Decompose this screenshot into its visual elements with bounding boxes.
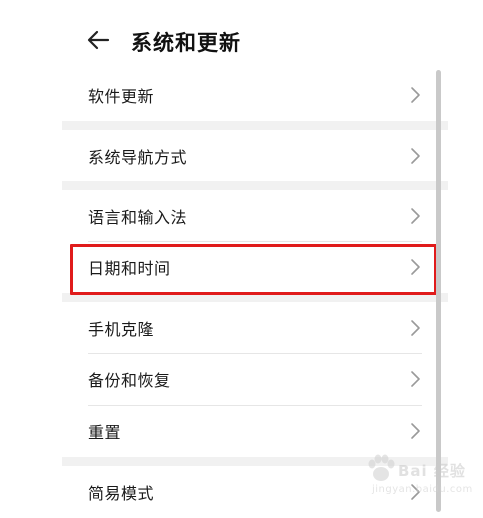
watermark: Bai 经验 jingyan.baidu.com xyxy=(362,452,480,508)
settings-item-system-navigation[interactable]: 系统导航方式 xyxy=(62,130,434,182)
settings-item-label: 软件更新 xyxy=(88,87,155,106)
chevron-right-icon xyxy=(411,208,420,224)
settings-item-label: 简易模式 xyxy=(88,484,155,503)
chevron-right-icon xyxy=(411,148,420,164)
arrow-left-icon xyxy=(87,30,110,50)
scrollbar[interactable] xyxy=(436,70,441,512)
back-button[interactable] xyxy=(82,22,118,58)
settings-item-software-update[interactable]: 软件更新 xyxy=(62,69,434,121)
chevron-right-icon xyxy=(411,423,420,439)
settings-item-reset[interactable]: 重置 xyxy=(62,405,434,457)
watermark-url: jingyan.baidu.com xyxy=(372,484,473,495)
settings-item-label: 备份和恢复 xyxy=(88,371,171,390)
chevron-right-icon xyxy=(411,87,420,103)
paw-logo-icon xyxy=(368,454,395,481)
watermark-text: Bai 经验 xyxy=(398,462,466,480)
settings-item-label: 重置 xyxy=(88,423,122,442)
page-title: 系统和更新 xyxy=(131,31,241,55)
settings-item-language-input[interactable]: 语言和输入法 xyxy=(62,190,434,242)
group-separator xyxy=(62,121,448,130)
settings-item-label: 手机克隆 xyxy=(88,320,155,339)
settings-item-label: 系统导航方式 xyxy=(88,148,188,167)
settings-item-backup-restore[interactable]: 备份和恢复 xyxy=(62,353,434,405)
settings-item-label: 语言和输入法 xyxy=(88,208,188,227)
chevron-right-icon xyxy=(411,371,420,387)
group-separator xyxy=(62,181,448,190)
chevron-right-icon xyxy=(411,320,420,336)
settings-item-phone-clone[interactable]: 手机克隆 xyxy=(62,302,434,354)
highlight-annotation xyxy=(70,244,437,295)
